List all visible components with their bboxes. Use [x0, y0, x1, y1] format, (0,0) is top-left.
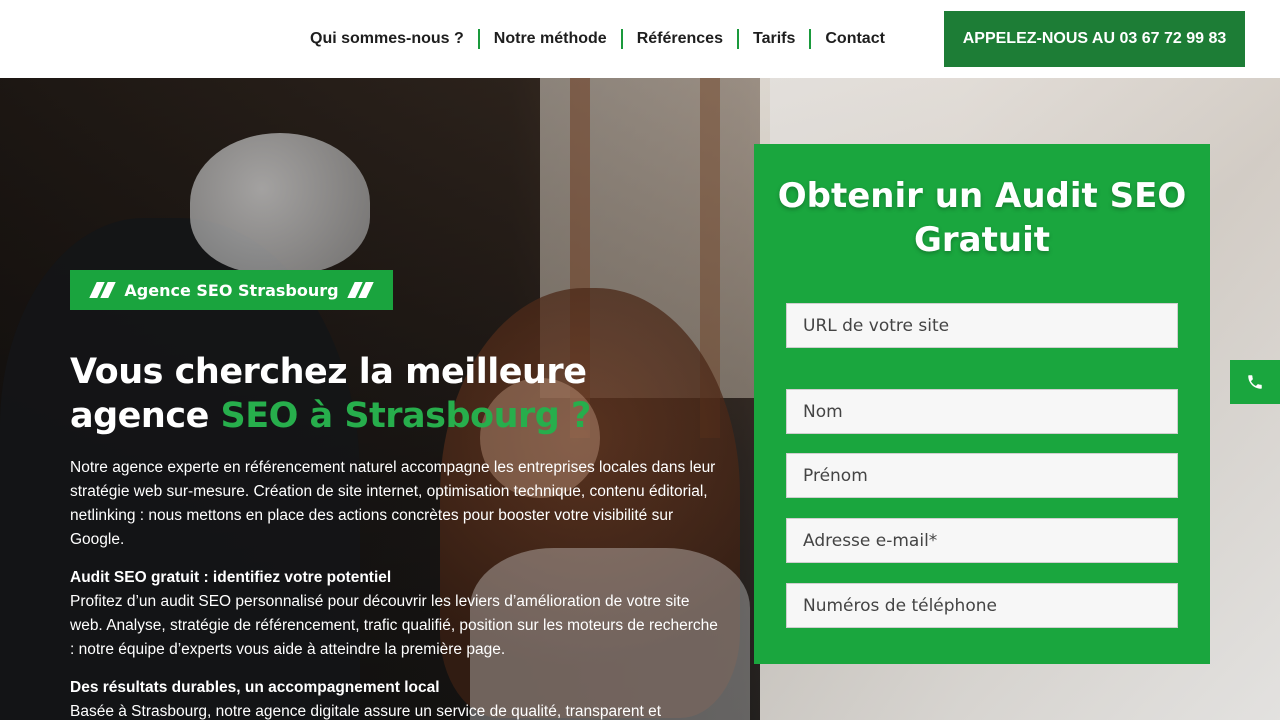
hero-block-results-text: Basée à Strasbourg, notre agence digital… [70, 703, 662, 720]
hero-block-audit: Audit SEO gratuit : identifiez votre pot… [70, 566, 720, 662]
agency-tag: Agence SEO Strasbourg [70, 270, 393, 310]
hero-intro: Notre agence experte en référencement na… [70, 459, 716, 548]
phone-icon [1248, 375, 1262, 389]
nom-input[interactable]: Nom [786, 389, 1178, 434]
floating-phone-button[interactable] [1230, 360, 1280, 404]
hero-title-part1: Vous cherchez la meilleure [70, 352, 587, 392]
audit-form-title: Obtenir un Audit SEO Gratuit [777, 176, 1187, 260]
hero-title-accent: SEO à Strasbourg ? [220, 396, 592, 436]
phone-input[interactable]: Numéros de téléphone [786, 583, 1178, 628]
call-us-button[interactable]: APPELEZ-NOUS AU 03 67 72 99 83 [944, 11, 1245, 67]
site-header: Qui sommes-nous ? Notre méthode Référenc… [0, 0, 1280, 78]
email-input[interactable]: Adresse e-mail* [786, 518, 1178, 563]
nav-separator [809, 29, 812, 49]
prenom-input[interactable]: Prénom [786, 453, 1178, 498]
nav-separator [620, 29, 623, 49]
nav-item-contact[interactable]: Contact [825, 30, 885, 48]
agency-tag-label: Agence SEO Strasbourg [124, 280, 339, 300]
double-slash-icon [89, 282, 117, 298]
nav-item-tarifs[interactable]: Tarifs [753, 30, 795, 48]
main-nav: Qui sommes-nous ? Notre méthode Référenc… [310, 0, 885, 78]
double-slash-icon [346, 282, 374, 298]
hero-block-results: Des résultats durables, un accompagnemen… [70, 676, 720, 720]
audit-form: Obtenir un Audit SEO Gratuit URL de votr… [754, 144, 1210, 664]
hero-photo-man-head [190, 133, 370, 273]
hero-block-audit-title: Audit SEO gratuit : identifiez votre pot… [70, 569, 392, 586]
nav-separator [477, 29, 480, 49]
nav-separator [736, 29, 739, 49]
hero-block-audit-text: Profitez d’un audit SEO personnalisé pou… [70, 593, 718, 658]
nav-item-qui-sommes-nous[interactable]: Qui sommes-nous ? [310, 30, 464, 48]
hero-title: Vous cherchez la meilleure agence SEO à … [70, 350, 710, 438]
nav-item-references[interactable]: Références [637, 30, 723, 48]
url-input[interactable]: URL de votre site [786, 303, 1178, 348]
hero-copy: Notre agence experte en référencement na… [70, 456, 720, 720]
hero-title-part2: agence [70, 396, 209, 436]
nav-item-notre-methode[interactable]: Notre méthode [494, 30, 607, 48]
hero-block-results-title: Des résultats durables, un accompagnemen… [70, 679, 440, 696]
